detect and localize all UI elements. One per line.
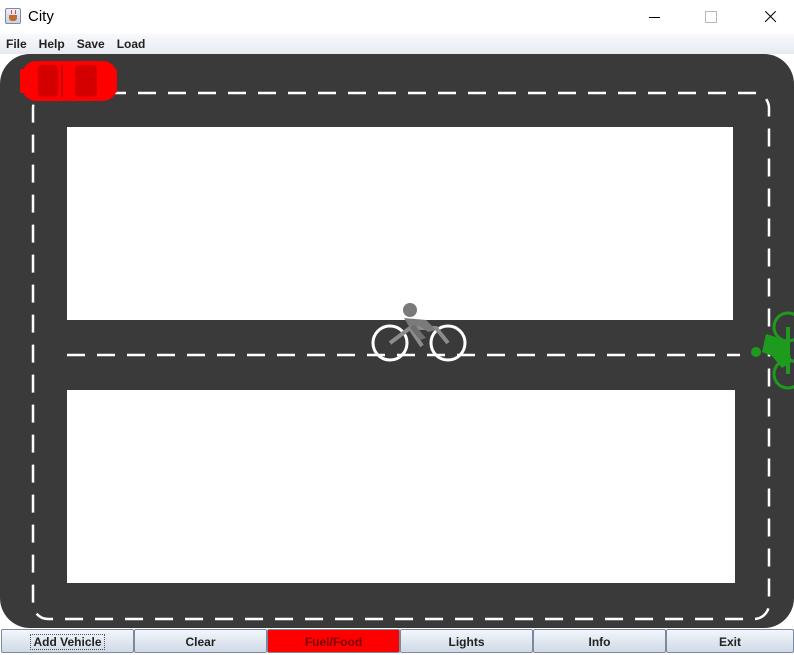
title-bar: City	[0, 0, 794, 34]
menu-save[interactable]: Save	[71, 34, 111, 54]
java-app-icon	[5, 8, 21, 24]
menu-bar: File Help Save Load	[0, 34, 794, 54]
fuel-food-button[interactable]: Fuel/Food	[267, 629, 400, 653]
menu-file[interactable]: File	[0, 34, 33, 54]
city-map	[0, 54, 794, 628]
car-icon[interactable]	[20, 61, 117, 101]
minimize-button[interactable]	[632, 0, 678, 34]
add-vehicle-button[interactable]: Add Vehicle	[1, 629, 134, 653]
exit-button[interactable]: Exit	[666, 629, 794, 653]
maximize-button[interactable]	[688, 0, 734, 34]
window-title: City	[28, 8, 54, 25]
menu-help[interactable]: Help	[33, 34, 71, 54]
menu-load[interactable]: Load	[111, 34, 152, 54]
button-bar: Add Vehicle Clear Fuel/Food Lights Info …	[0, 628, 794, 653]
lights-button[interactable]: Lights	[400, 629, 533, 653]
city-block-top	[67, 127, 733, 320]
close-button[interactable]	[746, 0, 792, 34]
city-canvas[interactable]	[0, 54, 794, 628]
info-button[interactable]: Info	[533, 629, 666, 653]
clear-button[interactable]: Clear	[134, 629, 267, 653]
city-block-bottom	[67, 390, 735, 583]
